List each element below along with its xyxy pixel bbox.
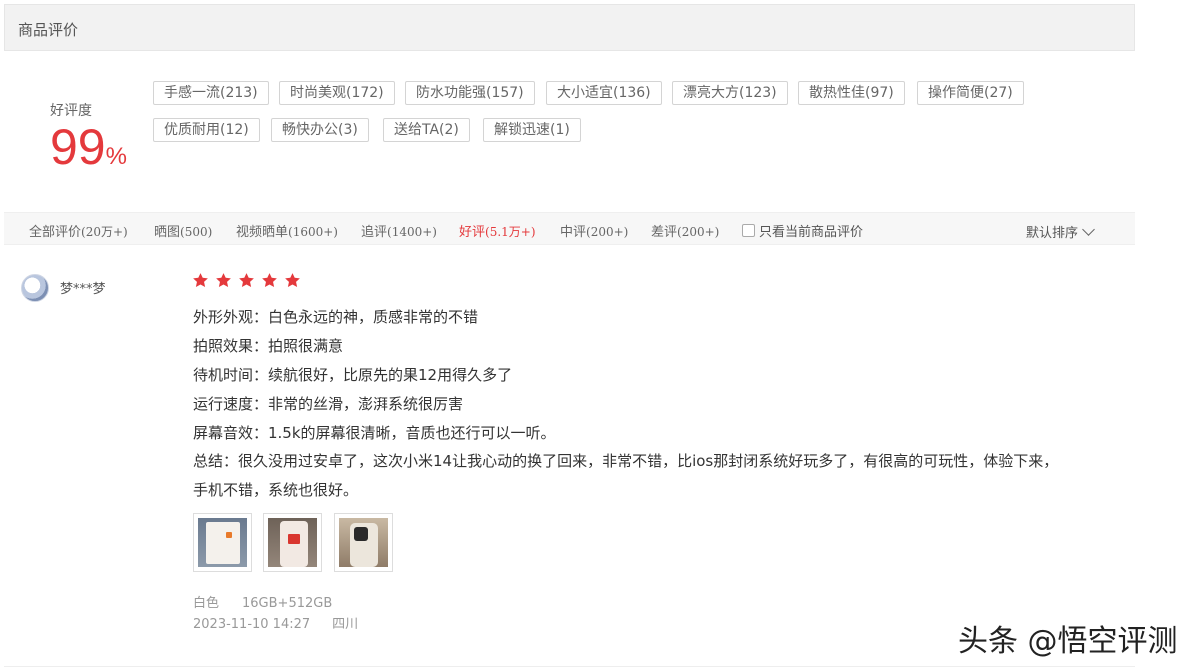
tab-negative-reviews[interactable]: 差评(200+) bbox=[651, 221, 719, 240]
reviews-header: 商品评价 bbox=[4, 4, 1135, 51]
product-variant: 白色 16GB+512GB bbox=[193, 592, 332, 611]
tab-neutral-reviews[interactable]: 中评(200+) bbox=[560, 221, 628, 240]
tab-label: 全部评价 bbox=[29, 225, 82, 240]
current-product-only-checkbox[interactable] bbox=[742, 224, 755, 237]
review-tag[interactable]: 优质耐用(12) bbox=[153, 118, 260, 142]
review-tag[interactable]: 时尚美观(172) bbox=[279, 81, 395, 105]
tab-count: (5.1万+) bbox=[485, 225, 536, 239]
section-title: 商品评价 bbox=[18, 21, 79, 39]
star-rating bbox=[192, 272, 302, 292]
tab-count: (1600+) bbox=[288, 225, 338, 239]
star-icon bbox=[216, 273, 231, 288]
review-tag[interactable]: 防水功能强(157) bbox=[405, 81, 535, 105]
review-photo-thumbnail[interactable] bbox=[193, 513, 252, 572]
current-product-only-filter[interactable]: 只看当前商品评价 bbox=[742, 221, 863, 240]
review-tag[interactable]: 散热性佳(97) bbox=[798, 81, 905, 105]
review-meta: 2023-11-10 14:27 四川 bbox=[193, 613, 358, 632]
review-tag[interactable]: 畅快办公(3) bbox=[271, 118, 369, 142]
phone-back-photo bbox=[339, 518, 388, 567]
tab-label: 晒图 bbox=[154, 225, 181, 240]
review-filter-tabs: 全部评价(20万+) 晒图(500) 视频晒单(1600+) 追评(1400+)… bbox=[4, 212, 1135, 245]
review-tag[interactable]: 操作简便(27) bbox=[917, 81, 1024, 105]
star-icon bbox=[262, 273, 278, 288]
tab-photo-reviews[interactable]: 晒图(500) bbox=[154, 221, 212, 240]
review-line: 手机不错，系统也很好。 bbox=[193, 481, 359, 499]
review-tag[interactable]: 大小适宜(136) bbox=[546, 81, 662, 105]
tab-all-reviews[interactable]: 全部评价(20万+) bbox=[29, 221, 128, 240]
tab-video-reviews[interactable]: 视频晒单(1600+) bbox=[236, 221, 338, 240]
tab-count: (1400+) bbox=[387, 225, 437, 239]
tab-label: 好评 bbox=[459, 225, 486, 240]
tab-label: 追评 bbox=[361, 225, 388, 240]
good-rate-label: 好评度 bbox=[50, 103, 92, 119]
sort-label: 默认排序 bbox=[1026, 226, 1079, 241]
tab-count: (200+) bbox=[586, 225, 629, 239]
variant-color: 白色 bbox=[193, 596, 220, 611]
tab-count: (500) bbox=[180, 225, 213, 239]
divider bbox=[4, 666, 1135, 667]
good-rate-number: 99 bbox=[50, 119, 106, 175]
review-line: 外形外观：白色永远的神，质感非常的不错 bbox=[193, 308, 479, 326]
variant-spec: 16GB+512GB bbox=[242, 596, 333, 611]
tab-label: 差评 bbox=[651, 225, 678, 240]
review-location: 四川 bbox=[332, 617, 359, 632]
review-line: 待机时间：续航很好，比原先的果12用得久多了 bbox=[193, 366, 513, 384]
review-line: 拍照效果：拍照很满意 bbox=[193, 337, 344, 355]
phone-box-photo bbox=[198, 518, 247, 567]
phone-screen-photo bbox=[268, 518, 317, 567]
review-datetime: 2023-11-10 14:27 bbox=[193, 617, 311, 632]
review-tag[interactable]: 手感一流(213) bbox=[153, 81, 269, 105]
star-icon bbox=[193, 273, 208, 288]
good-rate-unit: % bbox=[105, 143, 127, 170]
tab-label: 视频晒单 bbox=[236, 225, 289, 240]
review-photo-thumbnail[interactable] bbox=[334, 513, 393, 572]
watermark: 头条 @悟空评测 bbox=[958, 624, 1178, 659]
review-line: 运行速度：非常的丝滑，澎湃系统很厉害 bbox=[193, 395, 464, 413]
good-rate-value: 99% bbox=[50, 120, 127, 174]
tab-count: (20万+) bbox=[81, 225, 128, 239]
review-line: 屏幕音效：1.5k的屏幕很清晰，音质也还行可以一听。 bbox=[193, 424, 556, 442]
star-icon bbox=[285, 273, 301, 288]
tab-label: 中评 bbox=[560, 225, 587, 240]
reviewer-name: 梦***梦 bbox=[60, 282, 106, 297]
review-photo-thumbnail[interactable] bbox=[263, 513, 322, 572]
star-icon bbox=[239, 273, 255, 288]
tab-positive-reviews[interactable]: 好评(5.1万+) bbox=[459, 221, 536, 240]
avatar[interactable] bbox=[21, 274, 49, 302]
sort-dropdown[interactable]: 默认排序 bbox=[1026, 222, 1095, 241]
chevron-down-icon bbox=[1082, 223, 1095, 236]
review-tag[interactable]: 解锁迅速(1) bbox=[483, 118, 581, 142]
review-tag[interactable]: 漂亮大方(123) bbox=[672, 81, 788, 105]
checkbox-label: 只看当前商品评价 bbox=[759, 225, 864, 240]
review-tag[interactable]: 送给TA(2) bbox=[383, 118, 470, 142]
tab-follow-up-reviews[interactable]: 追评(1400+) bbox=[361, 221, 437, 240]
review-line: 总结：很久没用过安卓了，这次小米14让我心动的换了回来，非常不错，比ios那封闭… bbox=[193, 452, 1059, 470]
tab-count: (200+) bbox=[677, 225, 720, 239]
